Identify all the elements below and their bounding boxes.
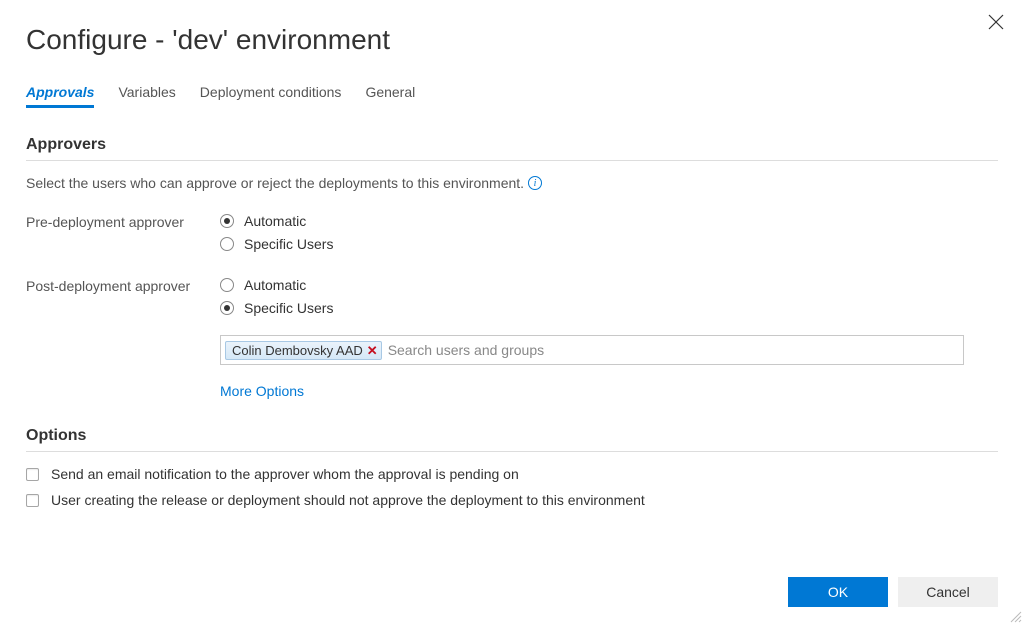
tab-variables[interactable]: Variables (118, 84, 175, 108)
radio-icon (220, 278, 234, 292)
approvers-help: Select the users who can approve or reje… (26, 175, 998, 191)
radio-icon (220, 301, 234, 315)
option-creator-restrict[interactable]: User creating the release or deployment … (26, 492, 998, 508)
pre-deployment-row: Pre-deployment approver Automatic Specif… (26, 213, 998, 259)
approvers-heading: Approvers (26, 136, 998, 161)
radio-icon (220, 237, 234, 251)
tab-deployment-conditions[interactable]: Deployment conditions (200, 84, 342, 108)
checkbox-label: Send an email notification to the approv… (51, 466, 519, 482)
dialog-footer: OK Cancel (788, 577, 998, 607)
radio-label: Automatic (244, 213, 306, 229)
close-icon[interactable] (988, 14, 1008, 34)
user-search-field[interactable]: Colin Dembovsky AAD ✕ (220, 335, 964, 365)
user-search-input[interactable] (382, 336, 963, 364)
user-chip: Colin Dembovsky AAD ✕ (225, 341, 382, 360)
tab-bar: Approvals Variables Deployment condition… (26, 84, 998, 108)
configure-environment-dialog: Configure - 'dev' environment Approvals … (0, 0, 1024, 508)
checkbox-label: User creating the release or deployment … (51, 492, 645, 508)
pre-deployment-label: Pre-deployment approver (26, 213, 220, 230)
options-heading: Options (26, 427, 998, 452)
approvers-help-text: Select the users who can approve or reje… (26, 175, 524, 191)
ok-button[interactable]: OK (788, 577, 888, 607)
cancel-button[interactable]: Cancel (898, 577, 998, 607)
resize-grip-icon[interactable] (1008, 609, 1022, 623)
tab-approvals[interactable]: Approvals (26, 84, 94, 108)
radio-label: Specific Users (244, 236, 333, 252)
more-options-link[interactable]: More Options (220, 383, 304, 399)
remove-user-icon[interactable]: ✕ (367, 344, 378, 357)
radio-label: Automatic (244, 277, 306, 293)
post-radio-automatic[interactable]: Automatic (220, 277, 998, 293)
option-email-notification[interactable]: Send an email notification to the approv… (26, 466, 998, 482)
checkbox-icon (26, 494, 39, 507)
pre-radio-automatic[interactable]: Automatic (220, 213, 998, 229)
info-icon[interactable]: i (528, 176, 542, 190)
checkbox-icon (26, 468, 39, 481)
tab-general[interactable]: General (365, 84, 415, 108)
radio-label: Specific Users (244, 300, 333, 316)
user-chip-label: Colin Dembovsky AAD (232, 343, 363, 358)
pre-radio-specific[interactable]: Specific Users (220, 236, 998, 252)
post-deployment-label: Post-deployment approver (26, 277, 220, 294)
dialog-title: Configure - 'dev' environment (26, 24, 998, 56)
post-deployment-row: Post-deployment approver Automatic Speci… (26, 277, 998, 323)
radio-icon (220, 214, 234, 228)
post-radio-specific[interactable]: Specific Users (220, 300, 998, 316)
